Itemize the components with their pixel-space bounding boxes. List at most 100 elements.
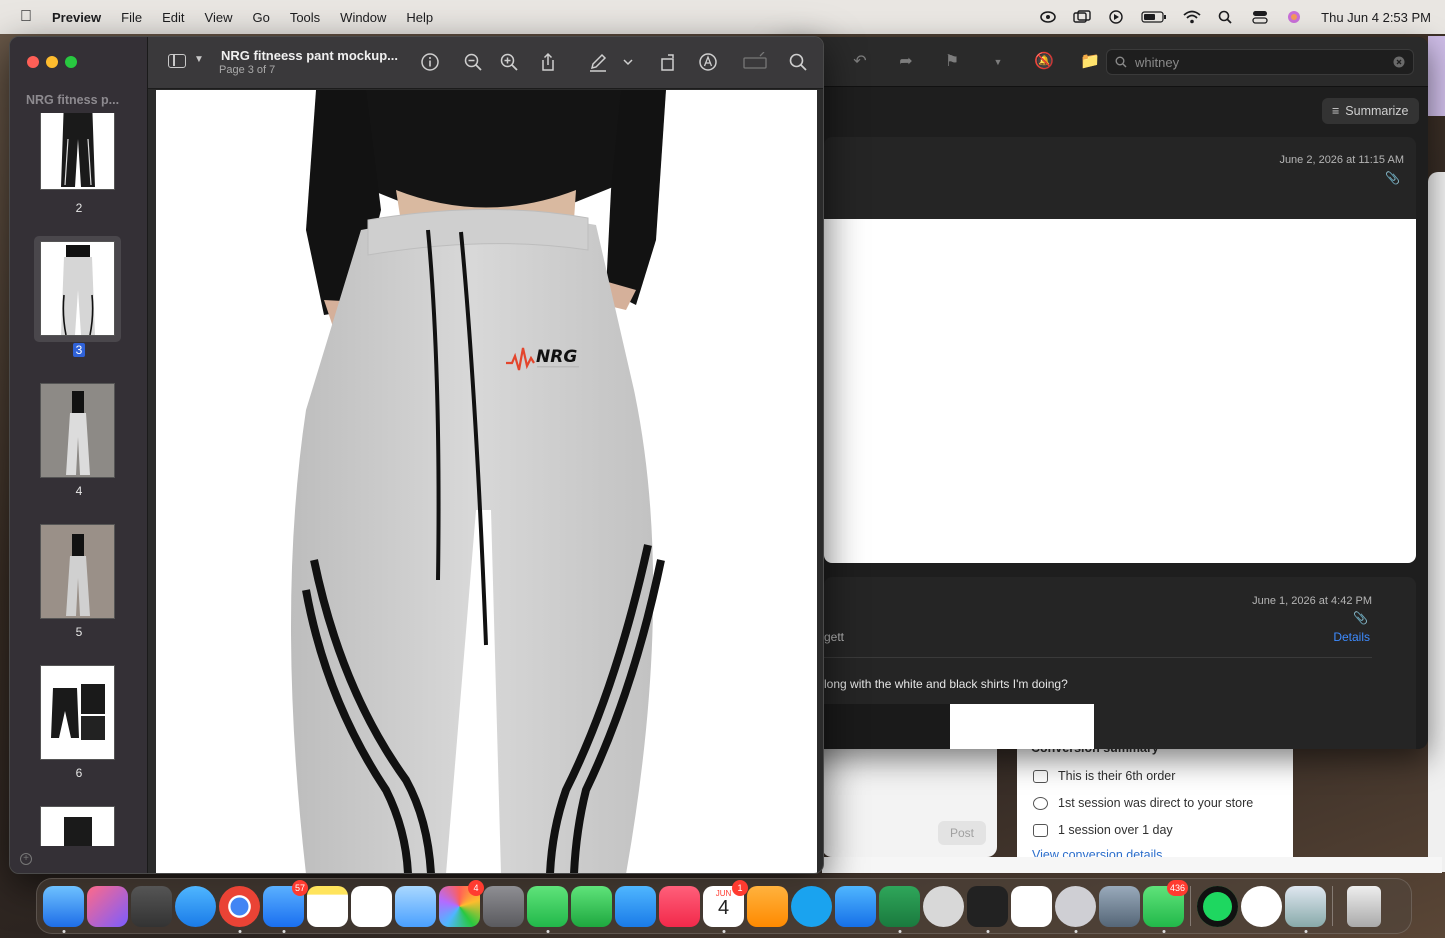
battery-icon[interactable]: [1141, 10, 1167, 24]
page-thumbnail-2[interactable]: [40, 113, 115, 190]
search-input-value[interactable]: whitney: [1135, 55, 1393, 70]
conversion-row-label: 1 session over 1 day: [1058, 823, 1173, 837]
screen-mirroring-icon[interactable]: [1073, 10, 1091, 24]
menu-window[interactable]: Window: [340, 10, 386, 25]
fullscreen-window-button[interactable]: [65, 56, 77, 68]
davinci-resolve-icon[interactable]: [967, 885, 1008, 933]
app-store-icon[interactable]: [835, 885, 876, 927]
zoom-out-icon[interactable]: [463, 52, 483, 72]
preview-window: NRG fitness p... 2 3 4 5 6 + ▼ NRG fitne…: [9, 36, 824, 874]
menu-file[interactable]: File: [121, 10, 142, 25]
flag-icon[interactable]: ⚑: [942, 53, 962, 70]
post-button[interactable]: Post: [938, 821, 986, 845]
whatsapp-icon[interactable]: [923, 885, 964, 927]
keynote-icon[interactable]: [615, 885, 656, 927]
page-thumbnail-6[interactable]: [40, 665, 115, 760]
move-folder-icon[interactable]: 📁: [1080, 53, 1100, 70]
creative-app-icon[interactable]: [87, 885, 128, 927]
nrg-logo-text: NRG: [536, 347, 577, 367]
siri-icon[interactable]: [1285, 10, 1303, 24]
thumbnail-list[interactable]: 2 3 4 5 6: [10, 113, 148, 846]
mail-window: ↶ ➦ ⚑ ▼ 🔕 📁 whitney ≡ Summarize June 2, …: [780, 37, 1428, 749]
mute-bell-icon[interactable]: 🔕: [1034, 53, 1054, 70]
creative-cloud-app-icon[interactable]: [1011, 885, 1052, 927]
system-settings-icon[interactable]: [483, 885, 524, 927]
menu-edit[interactable]: Edit: [162, 10, 184, 25]
control-center-icon[interactable]: [1251, 10, 1269, 24]
document-page[interactable]: NRG: [156, 90, 817, 873]
rotate-icon[interactable]: [658, 52, 678, 72]
minimize-window-button[interactable]: [46, 56, 58, 68]
forward-icon[interactable]: ➦: [896, 53, 916, 70]
close-window-button[interactable]: [27, 56, 39, 68]
menu-view[interactable]: View: [205, 10, 233, 25]
info-icon[interactable]: [420, 52, 440, 72]
search-icon[interactable]: [788, 52, 808, 72]
document-title: NRG fitneess pant mockup...: [221, 48, 398, 63]
markup-pen-icon[interactable]: [588, 52, 608, 72]
calendar-day: 4: [717, 896, 730, 919]
conversion-row-orders: This is their 6th order: [1033, 769, 1175, 783]
add-page-icon[interactable]: +: [20, 853, 32, 865]
page-6-image: [51, 684, 105, 740]
maps-icon[interactable]: [395, 885, 436, 927]
messages-icon[interactable]: 436: [1143, 879, 1188, 933]
details-link[interactable]: Details: [1333, 630, 1370, 644]
form-filling-icon[interactable]: [742, 52, 768, 72]
apple-menu-icon[interactable]: : [14, 8, 38, 26]
markup-circle-icon[interactable]: [698, 52, 718, 72]
menu-clock[interactable]: Thu Jun 4 2:53 PM: [1321, 10, 1431, 25]
mail-search-field[interactable]: whitney: [1106, 49, 1414, 75]
page-thumbnail-3[interactable]: [40, 241, 115, 336]
books-icon[interactable]: [747, 885, 788, 927]
page-thumbnail-5[interactable]: [40, 524, 115, 619]
message-card[interactable]: June 2, 2026 at 11:15 AM 📎: [824, 137, 1416, 563]
spotlight-search-icon[interactable]: [1217, 10, 1235, 24]
reply-all-icon[interactable]: ↶: [850, 53, 870, 70]
safari-icon[interactable]: [175, 885, 216, 927]
excel-icon[interactable]: [879, 885, 920, 933]
mail-icon[interactable]: 57: [263, 879, 308, 933]
clear-search-icon[interactable]: [1393, 56, 1405, 68]
photos-badge: 4: [468, 879, 484, 896]
page-7-image: [63, 817, 92, 846]
skype-icon[interactable]: [791, 885, 832, 927]
menu-tools[interactable]: Tools: [290, 10, 320, 25]
chrome-icon[interactable]: [219, 885, 260, 933]
music-icon[interactable]: [659, 885, 700, 927]
iphone-mirroring-icon[interactable]: [1099, 885, 1140, 927]
now-playing-icon[interactable]: [1107, 10, 1125, 24]
chevron-down-icon[interactable]: ▼: [988, 54, 1008, 70]
menu-go[interactable]: Go: [252, 10, 269, 25]
dock-separator: [1190, 886, 1191, 926]
menu-bar:  Preview File Edit View Go Tools Window…: [0, 0, 1445, 34]
creative-cloud-icon[interactable]: [1039, 10, 1057, 24]
page-thumbnail-4[interactable]: [40, 383, 115, 478]
page-thumbnail-7[interactable]: [40, 806, 115, 846]
conversion-row-label: This is their 6th order: [1058, 769, 1176, 783]
menu-app-name[interactable]: Preview: [52, 10, 101, 25]
spotify-icon[interactable]: [1197, 885, 1238, 927]
calendar-icon[interactable]: JUN 4 1: [703, 879, 748, 933]
photos-icon[interactable]: 4: [439, 879, 484, 927]
finder-icon[interactable]: [43, 885, 84, 933]
quicktime-icon[interactable]: [1055, 885, 1096, 933]
facetime-icon[interactable]: [527, 885, 568, 933]
thumbnail-label: 2: [75, 201, 83, 215]
chevron-down-icon[interactable]: ▼: [194, 54, 204, 65]
zoom-in-icon[interactable]: [499, 52, 519, 72]
wifi-icon[interactable]: [1183, 10, 1201, 24]
trash-icon[interactable]: [1347, 885, 1381, 927]
launchpad-icon[interactable]: [131, 885, 172, 927]
freeform-icon[interactable]: [351, 885, 392, 927]
share-icon[interactable]: [538, 52, 558, 72]
summarize-button[interactable]: ≡ Summarize: [1322, 98, 1419, 124]
pdf-app-icon[interactable]: [1241, 885, 1282, 927]
markup-chevron-icon[interactable]: [622, 52, 634, 72]
numbers-icon[interactable]: [571, 885, 612, 927]
menu-help[interactable]: Help: [406, 10, 433, 25]
message-card[interactable]: June 1, 2026 at 4:42 PM 📎 gett Details l…: [824, 577, 1416, 749]
notes-icon[interactable]: [307, 885, 348, 927]
preview-icon[interactable]: [1285, 885, 1326, 933]
sidebar-toggle-icon[interactable]: [168, 54, 186, 68]
